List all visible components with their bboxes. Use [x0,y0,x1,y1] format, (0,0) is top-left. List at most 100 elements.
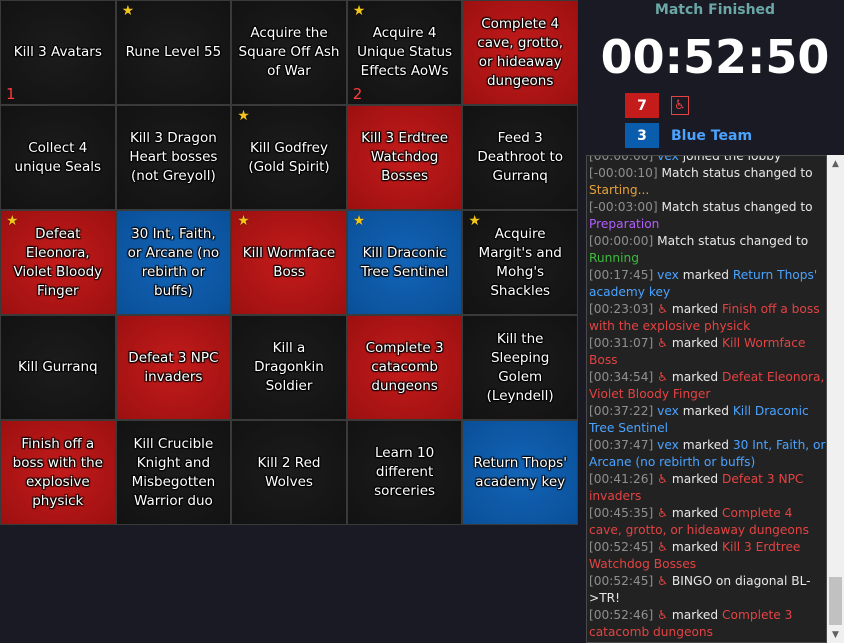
bingo-cell[interactable]: Kill Godfrey (Gold Spirit) ★ [232,106,346,209]
event-log-entries: [00:00:00] vex joined the lobby [-00:00:1… [589,155,826,642]
log-text: vex [653,438,679,452]
log-text: marked [668,336,723,350]
bingo-cell[interactable]: Kill Draconic Tree Sentinel ★ [347,211,462,314]
log-text: marked [678,438,733,452]
team-row-red[interactable]: 7 ♿ [625,93,689,118]
log-entry: [00:45:35] ♿ marked Complete 4 cave, gro… [589,505,826,539]
log-text: Match status changed to [653,234,809,248]
bingo-cell[interactable]: Defeat Eleonora, Violet Bloody Finger ★ [1,211,115,314]
star-icon: ★ [352,3,366,19]
bingo-cell-label: Return Thops' academy key [473,454,567,490]
log-text: ♿ [653,540,669,554]
log-entry: [-00:00:10] Match status changed to Star… [589,165,826,199]
bingo-cell-label: Kill Godfrey (Gold Spirit) [248,139,330,175]
bingo-cell-label: Collect 4 unique Seals [14,139,102,175]
bingo-cell[interactable]: Rune Level 55 ★ [116,1,231,104]
log-text: vex [653,155,679,163]
bingo-cell[interactable]: Defeat 3 NPC invaders [116,316,231,419]
log-timestamp: [00:34:54] [589,370,654,384]
bingo-cell[interactable]: Learn 10 different sorceries [347,421,462,524]
log-timestamp: [00:23:03] [589,302,654,316]
bingo-cell[interactable]: Kill 3 Dragon Heart bosses (not Greyoll) [116,106,231,209]
bingo-cell-label: Defeat 3 NPC invaders [128,349,219,385]
star-icon: ★ [468,213,481,229]
log-timestamp: [00:00:00] [589,234,654,248]
log-timestamp: [00:17:45] [589,268,654,282]
bingo-cell[interactable]: Kill Gurranq [1,316,115,419]
bingo-cell[interactable]: Kill a Dragonkin Soldier [232,316,346,419]
log-scrollbar[interactable]: ▲ ▼ [827,155,844,643]
bingo-cell[interactable]: Acquire the Square Off Ash of War [232,1,346,104]
bingo-cell[interactable]: Kill Wormface Boss ★ [232,211,346,314]
match-timer: 00:52:50 [600,30,830,84]
bingo-cell-label: Kill 3 Erdtree Watchdog Bosses [361,130,449,184]
log-text: marked [678,404,733,418]
log-text: ♿ [653,472,669,486]
team-blue-name: Blue Team [671,127,753,144]
log-text: ♿ [653,336,669,350]
log-timestamp: [00:37:22] [589,404,654,418]
log-text: marked [678,268,733,282]
bingo-cell-label: Kill Crucible Knight and Misbegotten War… [131,435,216,509]
bingo-cell[interactable]: Return Thops' academy key [463,421,577,524]
team-red-count: 7 [625,93,659,118]
log-text: Preparation [589,217,660,231]
bingo-cell-label: Kill 2 Red Wolves [257,454,321,490]
log-text: marked [668,302,723,316]
log-entry: [00:52:46] ♿ marked Complete 3 catacomb … [589,607,826,641]
bingo-cell[interactable]: Complete 4 cave, grotto, or hideaway dun… [463,1,577,104]
log-timestamp: [00:37:47] [589,438,654,452]
cell-marker-number: 2 [352,85,363,103]
log-text: ♿ [653,370,669,384]
star-icon: ★ [6,213,19,229]
log-text: ♿ [653,574,669,588]
bingo-cell[interactable]: Complete 3 catacomb dungeons [347,316,462,419]
bingo-cell[interactable]: Kill 3 Erdtree Watchdog Bosses [347,106,462,209]
log-text: Match status changed to [657,200,813,214]
bingo-cell-label: Complete 4 cave, grotto, or hideaway dun… [477,15,564,89]
bingo-cell[interactable]: Kill 3 Avatars 1 [1,1,115,104]
log-text: marked [668,540,723,554]
log-text: vex [653,404,679,418]
log-text: Starting... [589,183,650,197]
team-row-blue[interactable]: 3 Blue Team [625,123,752,148]
bingo-cell-label: Kill the Sleeping Golem (Leyndell) [486,330,554,404]
bingo-cell-label: Kill a Dragonkin Soldier [254,340,324,394]
bingo-cell[interactable]: Kill 2 Red Wolves [232,421,346,524]
bingo-cell-label: Rune Level 55 [125,44,222,60]
log-timestamp: [-00:00:10] [589,166,658,180]
log-text: joined the lobby [678,155,782,163]
bingo-cell[interactable]: Collect 4 unique Seals [1,106,115,209]
log-entry: [00:37:22] vex marked Kill Draconic Tree… [589,403,826,437]
bingo-cell[interactable]: Acquire Margit's and Mohg's Shackles ★ [463,211,577,314]
log-timestamp: [00:00:00] [589,155,654,163]
log-timestamp: [00:31:07] [589,336,654,350]
cell-marker-number: 1 [6,85,16,103]
log-text: ♿ [653,608,669,622]
log-timestamp: [00:52:45] [589,540,654,554]
star-icon: ★ [352,213,366,229]
event-log[interactable]: [00:00:00] vex joined the lobby [-00:00:1… [586,155,827,643]
star-icon: ★ [237,108,250,124]
log-timestamp: [00:52:46] [589,608,654,622]
log-entry: [00:17:45] vex marked Return Thops' acad… [589,267,826,301]
bingo-cell[interactable]: 30 Int, Faith, or Arcane (no rebirth or … [116,211,231,314]
log-text: ♿ [653,506,669,520]
log-timestamp: [00:45:35] [589,506,654,520]
bingo-cell-label: Kill Wormface Boss [242,244,336,280]
scroll-up-arrow-icon[interactable]: ▲ [827,155,844,172]
scroll-thumb[interactable] [829,577,842,625]
scroll-down-arrow-icon[interactable]: ▼ [827,626,844,643]
bingo-cell[interactable]: Finish off a boss with the explosive phy… [1,421,115,524]
bingo-cell[interactable]: Acquire 4 Unique Status Effects AoWs ★ 2 [347,1,462,104]
bingo-cell[interactable]: Kill the Sleeping Golem (Leyndell) [463,316,577,419]
log-timestamp: [-00:03:00] [589,200,658,214]
bingo-cell-label: Acquire 4 Unique Status Effects AoWs [357,25,453,79]
bingo-cell[interactable]: Kill Crucible Knight and Misbegotten War… [116,421,231,524]
bingo-cell-label: Finish off a boss with the explosive phy… [12,435,103,509]
bingo-cell[interactable]: Feed 3 Deathroot to Gurranq [463,106,577,209]
log-entry: [00:52:45] ♿ marked Kill 3 Erdtree Watch… [589,539,826,573]
log-text: marked [668,608,723,622]
log-entry: [00:52:45] ♿ BINGO on diagonal BL->TR! [589,573,826,607]
log-text: ♿ [653,302,669,316]
